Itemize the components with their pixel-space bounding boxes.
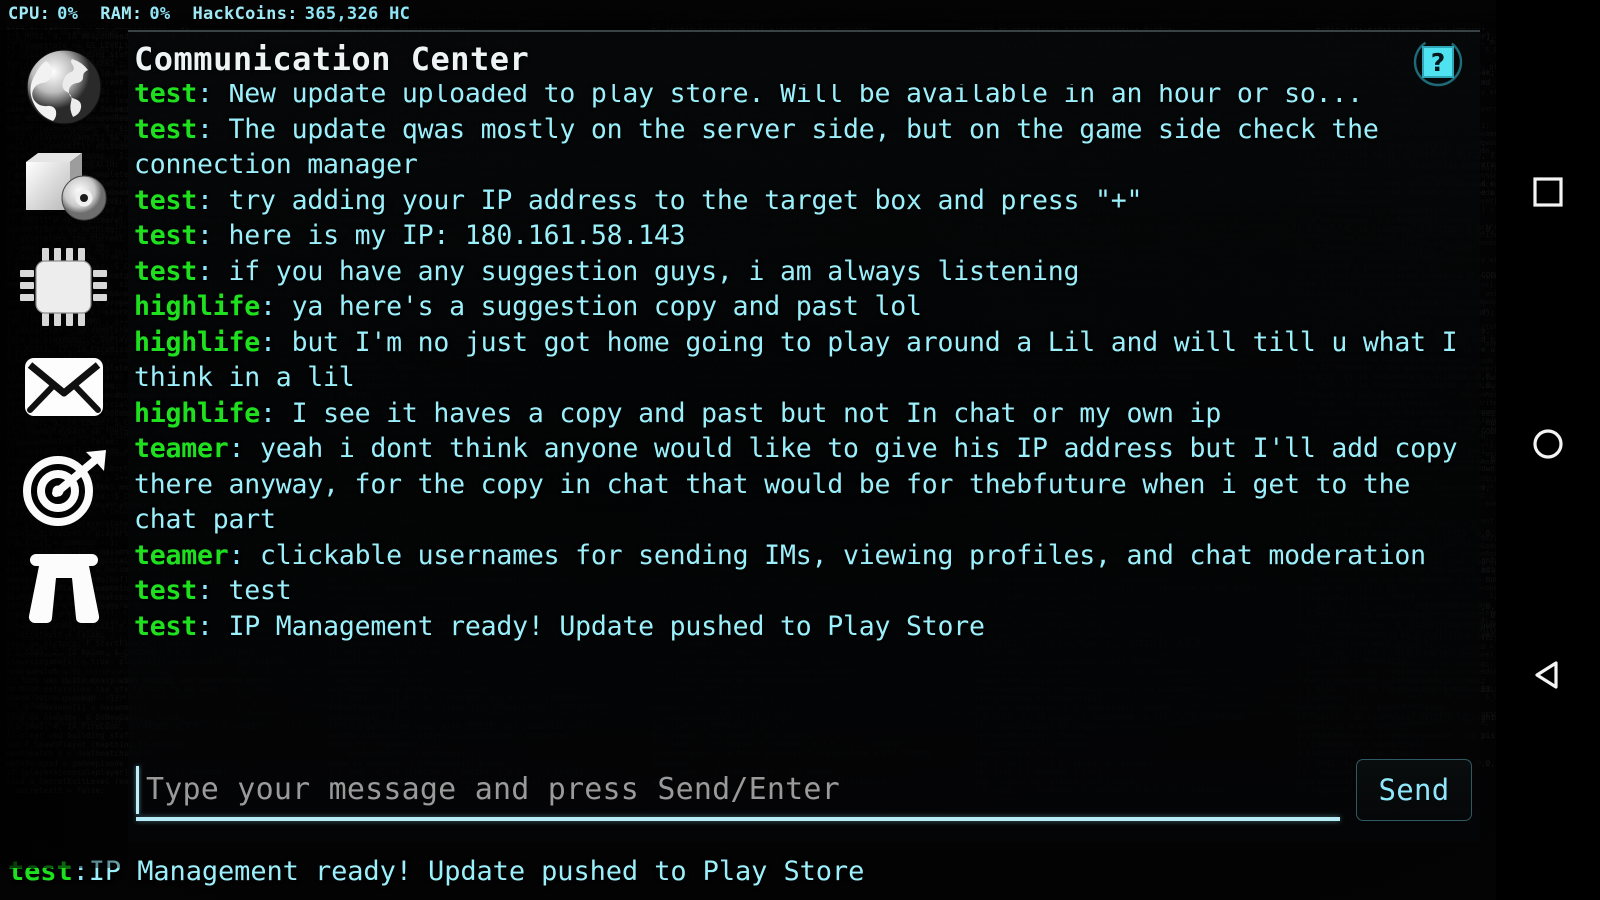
chat-text: The update qwas mostly on the server sid…	[134, 113, 1379, 181]
message-input-wrapper[interactable]: Type your message and press Send/Enter	[136, 757, 1340, 823]
nav-recents-button[interactable]	[1531, 175, 1565, 213]
chat-message: teamer: clickable usernames for sending …	[134, 538, 1472, 574]
send-button[interactable]: Send	[1356, 759, 1472, 821]
sidebar-item-world[interactable]	[16, 46, 112, 128]
ticker-text: IP Management ready! Update pushed to Pl…	[88, 855, 865, 887]
sidebar-item-hardware[interactable]	[16, 246, 112, 328]
android-nav-bar	[1496, 0, 1600, 900]
chat-username[interactable]: test	[134, 185, 197, 216]
cpu-stat: CPU: 0%	[8, 4, 78, 24]
chat-text: clickable usernames for sending IMs, vie…	[260, 539, 1426, 571]
sidebar-icon-rail	[0, 30, 128, 868]
cpu-value: 0%	[57, 4, 79, 24]
chat-username[interactable]: highlife	[134, 291, 260, 322]
target-arrow-icon	[16, 446, 112, 528]
ram-value: 0%	[149, 4, 171, 24]
hackcoins-label: HackCoins:	[192, 4, 298, 24]
nav-home-button[interactable]	[1531, 427, 1565, 465]
software-disc-icon	[16, 148, 112, 226]
chat-username[interactable]: teamer	[134, 540, 229, 571]
chat-text: but I'm no just got home going to play a…	[134, 326, 1458, 394]
chat-separator: :	[228, 539, 261, 571]
communication-center-panel: Communication Center ? test: New update …	[128, 30, 1480, 842]
chat-username[interactable]: test	[134, 84, 197, 109]
sidebar-item-targets[interactable]	[16, 446, 112, 528]
chat-message: highlife: I see it haves a copy and past…	[134, 396, 1472, 432]
chat-separator: :	[260, 291, 292, 322]
chat-text: test	[228, 575, 292, 606]
chat-separator: :	[197, 220, 229, 251]
chat-message: highlife: ya here's a suggestion copy an…	[134, 289, 1472, 325]
square-icon	[1531, 175, 1565, 213]
chat-message: test: test	[134, 573, 1472, 609]
chat-text: I see it haves a copy and past but not I…	[291, 397, 1222, 429]
latest-message-ticker: test: IP Management ready! Update pushed…	[0, 842, 1480, 900]
chat-username[interactable]: test	[134, 114, 197, 145]
chat-text: here is my IP: 180.161.58.143	[228, 220, 686, 251]
chat-username[interactable]: test	[134, 220, 197, 251]
chat-text: try adding your IP address to the target…	[228, 184, 1143, 216]
app-root: // DOOM determines the sfx texture to be…	[0, 0, 1600, 900]
message-input-placeholder: Type your message and press Send/Enter	[146, 772, 840, 807]
message-composer: Type your message and press Send/Enter S…	[136, 754, 1472, 826]
chat-username[interactable]: test	[134, 256, 197, 287]
sidebar-item-mail[interactable]	[16, 346, 112, 428]
hackcoins-stat: HackCoins: 365,326 HC	[192, 4, 410, 24]
cpu-label: CPU:	[8, 4, 51, 24]
chat-message: test: try adding your IP address to the …	[134, 183, 1472, 219]
chat-text: IP Management ready! Update pushed to Pl…	[228, 610, 985, 642]
chat-separator: :	[228, 433, 261, 464]
chat-separator: :	[260, 397, 292, 429]
chat-username[interactable]: test	[134, 575, 197, 606]
chat-message: test: IP Management ready! Update pushed…	[134, 609, 1472, 645]
chat-message: test: here is my IP: 180.161.58.143	[134, 218, 1472, 254]
circle-icon	[1531, 427, 1565, 465]
world-globe-icon	[16, 47, 112, 127]
chat-separator: :	[260, 326, 292, 358]
chat-separator: :	[197, 255, 229, 287]
bank-arch-icon	[16, 548, 112, 626]
triangle-back-icon	[1531, 658, 1565, 696]
ram-label: RAM:	[100, 4, 143, 24]
chat-text: New update uploaded to play store. Will …	[228, 84, 1364, 109]
chat-username[interactable]: test	[134, 611, 197, 642]
chat-message: test: The update qwas mostly on the serv…	[134, 112, 1472, 183]
chat-separator: :	[197, 575, 229, 606]
chat-message-list[interactable]: test: New update uploaded to play store.…	[134, 84, 1472, 744]
text-caret	[136, 766, 139, 814]
chat-message: highlife: but I'm no just got home going…	[134, 325, 1472, 396]
chat-separator: :	[197, 84, 229, 109]
mail-envelope-icon	[16, 352, 112, 422]
hackcoins-value: 365,326 HC	[304, 4, 411, 24]
chat-username[interactable]: teamer	[134, 433, 229, 464]
chat-text: ya here's a suggestion copy and past lol	[291, 291, 922, 322]
svg-text:?: ?	[1431, 48, 1446, 77]
chat-username[interactable]: highlife	[134, 398, 260, 429]
chat-message: teamer: yeah i dont think anyone would l…	[134, 431, 1472, 538]
cpu-chip-icon	[16, 246, 112, 328]
nav-back-button[interactable]	[1531, 658, 1565, 696]
sidebar-item-bank[interactable]	[16, 546, 112, 628]
chat-separator: :	[197, 610, 229, 642]
chat-message: test: if you have any suggestion guys, i…	[134, 254, 1472, 290]
input-underline	[136, 817, 1340, 821]
chat-text: if you have any suggestion guys, i am al…	[228, 255, 1080, 287]
chat-separator: :	[197, 184, 229, 216]
sidebar-item-software[interactable]	[16, 146, 112, 228]
chat-message: test: New update uploaded to play store.…	[134, 84, 1472, 112]
help-button[interactable]: ?	[1412, 37, 1464, 90]
chat-text: yeah i dont think anyone would like to g…	[134, 433, 1458, 535]
page-title: Communication Center	[134, 40, 530, 78]
chat-username[interactable]: highlife	[134, 327, 260, 358]
status-bar: CPU: 0% RAM: 0% HackCoins: 365,326 HC	[0, 0, 1600, 28]
ram-stat: RAM: 0%	[100, 4, 170, 24]
chat-separator: :	[197, 113, 229, 145]
